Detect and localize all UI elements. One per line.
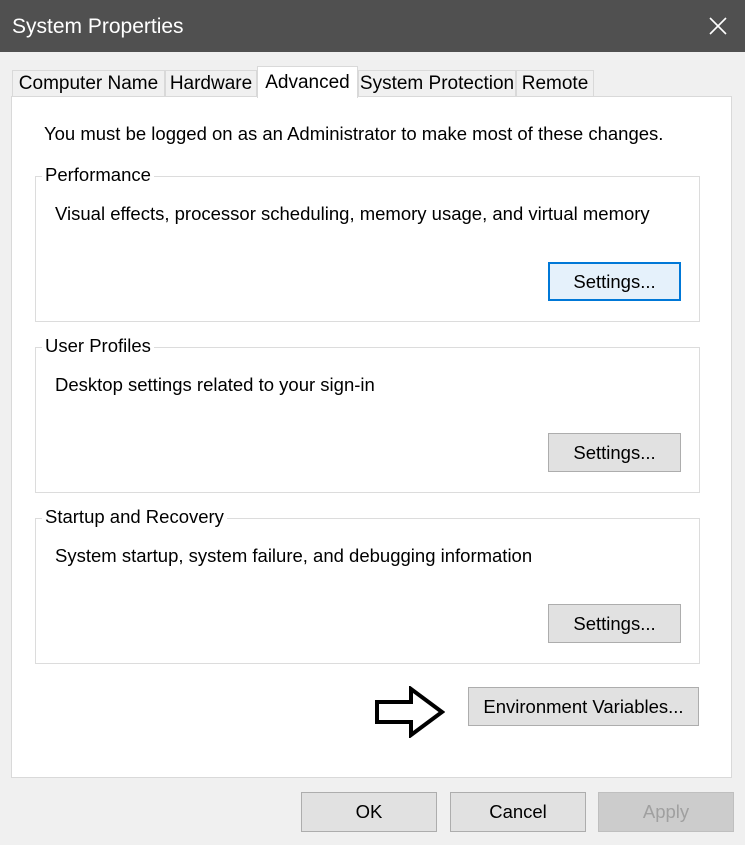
close-button[interactable] (690, 0, 745, 52)
performance-group: Performance Visual effects, processor sc… (35, 164, 700, 322)
close-icon (708, 17, 727, 35)
tab-hardware[interactable]: Hardware (165, 70, 257, 97)
user-profiles-legend: User Profiles (42, 335, 154, 357)
performance-settings-button[interactable]: Settings... (548, 262, 681, 301)
cancel-button[interactable]: Cancel (450, 792, 586, 832)
tab-strip: Computer Name Hardware Advanced System P… (12, 66, 612, 98)
tab-advanced[interactable]: Advanced (257, 66, 358, 98)
tab-label: Computer Name (18, 73, 159, 94)
startup-recovery-settings-button[interactable]: Settings... (548, 604, 681, 643)
tab-computer-name[interactable]: Computer Name (12, 70, 165, 97)
tab-label: Hardware (169, 73, 253, 94)
startup-recovery-legend: Startup and Recovery (42, 506, 227, 528)
user-profiles-settings-button[interactable]: Settings... (548, 433, 681, 472)
arrow-right-icon (375, 686, 445, 738)
admin-note: You must be logged on as an Administrato… (44, 123, 664, 144)
tab-label: System Protection (359, 73, 515, 94)
startup-recovery-description: System startup, system failure, and debu… (55, 545, 533, 566)
environment-variables-button[interactable]: Environment Variables... (468, 687, 699, 726)
performance-description: Visual effects, processor scheduling, me… (55, 203, 650, 224)
user-profiles-group: User Profiles Desktop settings related t… (35, 335, 700, 493)
user-profiles-description: Desktop settings related to your sign-in (55, 374, 375, 395)
window-title: System Properties (12, 15, 184, 38)
ok-button[interactable]: OK (301, 792, 437, 832)
apply-button[interactable]: Apply (598, 792, 734, 832)
tab-label: Advanced (265, 71, 350, 93)
tab-system-protection[interactable]: System Protection (358, 70, 516, 97)
performance-legend: Performance (42, 164, 154, 186)
startup-recovery-group: Startup and Recovery System startup, sys… (35, 506, 700, 664)
tab-remote[interactable]: Remote (516, 70, 594, 97)
tab-label: Remote (521, 73, 589, 94)
title-bar: System Properties (0, 0, 745, 52)
advanced-tab-panel: You must be logged on as an Administrato… (11, 96, 732, 778)
